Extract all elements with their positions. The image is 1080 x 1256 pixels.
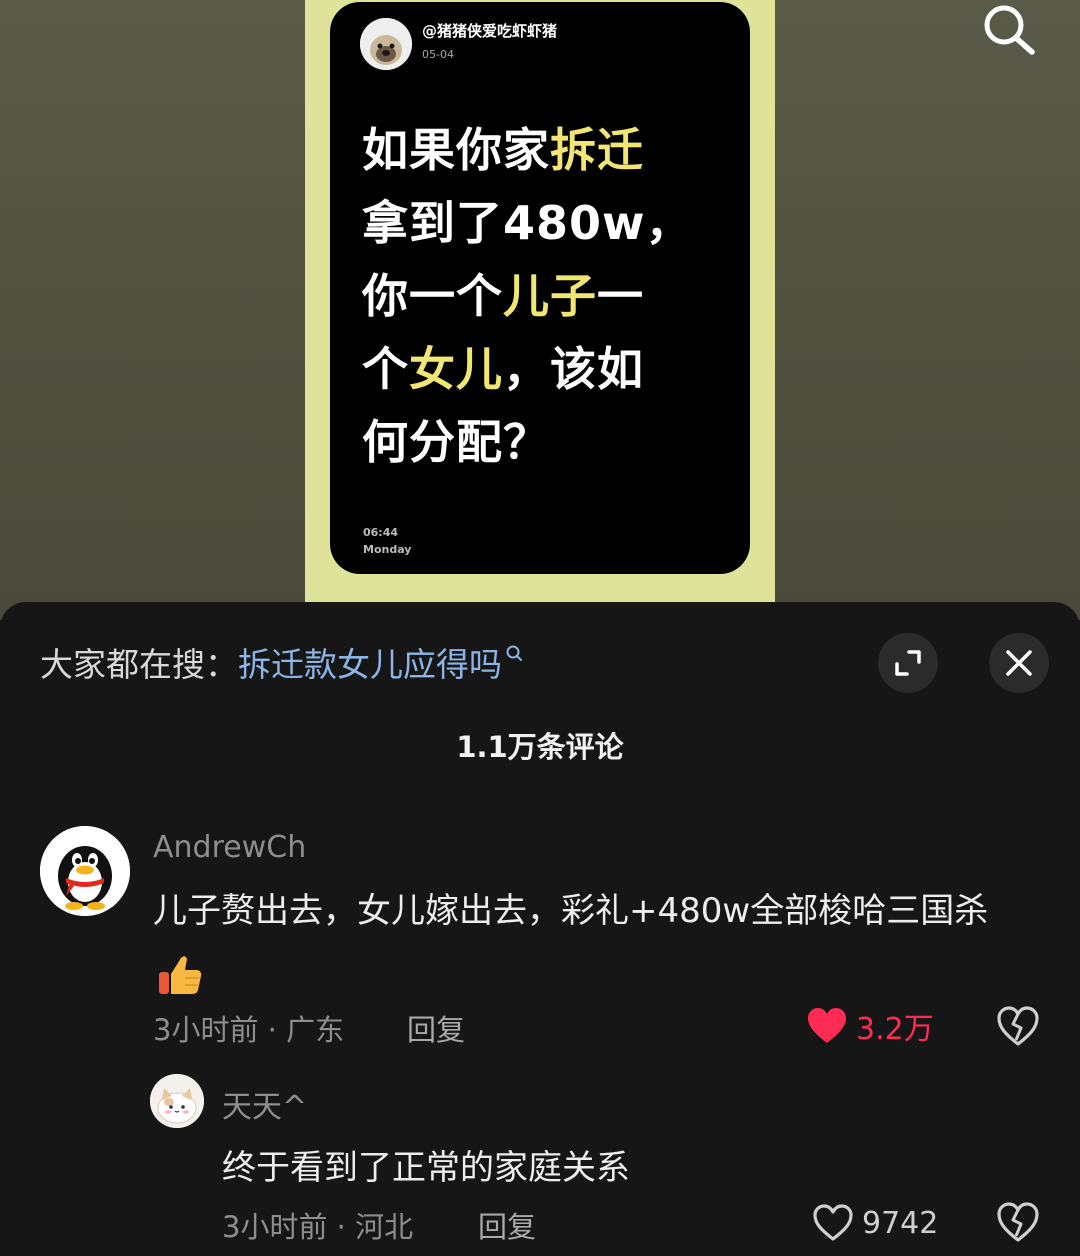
comments-panel: 大家都在搜：拆迁款女儿应得吗 1.1万条评论 AndrewCh 儿子赘出去，女儿… (0, 602, 1080, 1256)
like-count: 3.2万 (856, 1012, 934, 1047)
poster-line: 你一个儿子一 (362, 260, 722, 333)
reply-button[interactable]: 回复 (407, 1007, 465, 1049)
poster-text-segment: ，该如 (503, 342, 644, 396)
like-count: 9742 (862, 1205, 939, 1241)
dislike-button[interactable] (996, 1202, 1040, 1244)
poster-line: 如果你家拆迁 (362, 114, 722, 187)
search-button[interactable] (978, 2, 1042, 60)
like-button[interactable]: 9742 (812, 1202, 938, 1244)
poster-line: 拿到了480w， (362, 187, 722, 260)
comment-text: 儿子赘出去，女儿嫁出去，彩礼+480w全部梭哈三国杀 (153, 880, 1033, 1004)
poster-time: 06:44 (363, 526, 399, 539)
heart-filled-icon (808, 1008, 846, 1043)
close-button[interactable] (989, 633, 1049, 693)
poster-avatar (360, 18, 412, 70)
hot-search-bar[interactable]: 大家都在搜：拆迁款女儿应得吗 (40, 638, 526, 686)
penguin-avatar-icon (40, 826, 130, 916)
like-button[interactable]: 3.2万 (806, 1006, 934, 1047)
avatar[interactable] (150, 1074, 204, 1128)
hot-search-keyword[interactable]: 拆迁款女儿应得吗 (238, 645, 502, 684)
avatar[interactable] (40, 826, 130, 916)
app-screen: @猪猪侠爱吃虾虾猪 05-04 如果你家拆迁 拿到了480w， 你一个儿子一 个女儿，… (0, 0, 1080, 1256)
dislike-button[interactable] (996, 1006, 1040, 1048)
poster-weekday: Monday (363, 543, 412, 556)
poster-text-segment: 你一个 (362, 269, 503, 323)
comment-username[interactable]: AndrewCh (153, 830, 306, 865)
hot-search-prefix: 大家都在搜： (40, 645, 238, 684)
video-area[interactable]: @猪猪侠爱吃虾虾猪 05-04 如果你家拆迁 拿到了480w， 你一个儿子一 个女儿，… (0, 0, 1080, 620)
comment-body: 儿子赘出去，女儿嫁出去，彩礼+480w全部梭哈三国杀 (153, 891, 989, 931)
broken-heart-icon (997, 1006, 1039, 1046)
heart-outline-icon (813, 1204, 853, 1241)
thumbs-up-icon (159, 955, 202, 994)
expand-button[interactable] (878, 633, 938, 693)
reply-button[interactable]: 回复 (478, 1204, 536, 1246)
poster-text-segment: 拿到了480w， (362, 196, 693, 250)
poster-text-segment: 个 (362, 342, 409, 396)
poster-highlight-text: 拆迁 (550, 123, 644, 177)
poster-timestamp: 06:44 Monday (363, 524, 411, 558)
reply-meta: 3小时前 · 河北 (222, 1210, 414, 1244)
comment-meta: 3小时前 · 广东 (153, 1013, 345, 1047)
broken-heart-icon (997, 1202, 1039, 1242)
poster-text-segment: 如果你家 (362, 123, 550, 177)
poster-card: @猪猪侠爱吃虾虾猪 05-04 如果你家拆迁 拿到了480w， 你一个儿子一 个女儿，… (330, 2, 750, 574)
cat-avatar-icon (150, 1074, 204, 1128)
search-icon (984, 5, 1035, 55)
poster-date: 05-04 (422, 48, 454, 61)
small-search-icon (506, 645, 522, 661)
poster-highlight-text: 女儿 (409, 342, 503, 396)
reply-username[interactable]: 天天^ (222, 1082, 307, 1126)
poster-headline: 如果你家拆迁 拿到了480w， 你一个儿子一 个女儿，该如 何分配？ (362, 114, 722, 479)
poster-line: 个女儿，该如 (362, 333, 722, 406)
close-icon (1006, 650, 1032, 676)
poster-highlight-text: 儿子 (503, 269, 597, 323)
expand-icon (895, 650, 921, 676)
poster-text-segment: 一 (597, 269, 644, 323)
comment-count: 1.1万条评论 (456, 730, 624, 764)
poster-username: @猪猪侠爱吃虾虾猪 (422, 22, 558, 40)
poster-line: 何分配？ (362, 406, 722, 479)
poster-text-segment: 何分配？ (362, 415, 550, 469)
reply-text: 终于看到了正常的家庭关系 (222, 1148, 630, 1188)
